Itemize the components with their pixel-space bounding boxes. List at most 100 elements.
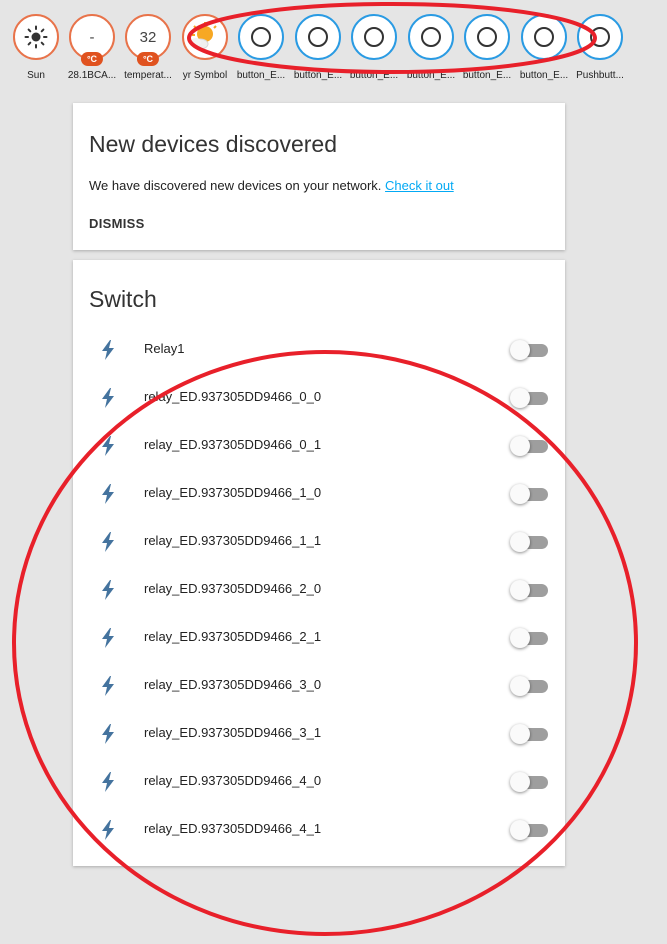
discovery-text: We have discovered new devices on your n… [89,178,454,193]
flash-icon [100,820,116,840]
switch-row: relay_ED.937305DD9466_3_0 [73,662,565,710]
toggle-knob [510,820,530,840]
badge-value: - [89,28,95,46]
switch-card: Switch Relay1 relay_ED.937305DD9466_0_0 re… [73,260,565,866]
switch-toggle[interactable] [510,820,550,840]
flash-icon [100,340,116,360]
badge-label: button_E... [519,70,569,81]
badge-label: Sun [27,70,45,81]
badge-label: yr Symbol [182,70,228,81]
dismiss-button[interactable]: DISMISS [89,216,145,231]
circle-outline-icon [251,27,271,47]
switch-row: relay_ED.937305DD9466_0_1 [73,422,565,470]
switch-row: relay_ED.937305DD9466_1_0 [73,470,565,518]
flash-icon [100,772,116,792]
toggle-knob [510,484,530,504]
flash-icon [100,628,116,648]
badge-circle [464,14,510,60]
switch-row: relay_ED.937305DD9466_4_1 [73,806,565,854]
badge-bar: Sun - °C 28.1BCA... 32 °C temperat... yr… [0,0,667,90]
switch-row: relay_ED.937305DD9466_4_0 [73,758,565,806]
flash-icon [100,484,116,504]
toggle-knob [510,340,530,360]
switch-row: relay_ED.937305DD9466_0_0 [73,374,565,422]
switch-toggle[interactable] [510,532,550,552]
badge-circle [13,14,59,60]
switch-row: relay_ED.937305DD9466_2_1 [73,614,565,662]
switch-name[interactable]: relay_ED.937305DD9466_0_0 [144,389,321,404]
discovery-title: New devices discovered [89,131,338,157]
toggle-knob [510,580,530,600]
badge-circle [182,14,228,60]
switch-toggle[interactable] [510,628,550,648]
flash-icon [100,676,116,696]
toggle-knob [510,628,530,648]
badge-circle [295,14,341,60]
switch-toggle[interactable] [510,772,550,792]
flash-icon [100,388,116,408]
badge-circle: 32 °C [125,14,171,66]
toggle-knob [510,388,530,408]
switch-toggle[interactable] [510,484,550,504]
switch-name[interactable]: relay_ED.937305DD9466_2_1 [144,629,321,644]
badge-label: 28.1BCA... [67,70,117,81]
badge-label: button_E... [406,70,456,81]
badge-value: 32 [139,28,157,46]
sun-icon [24,25,48,49]
badge-label: button_E... [462,70,512,81]
badge-circle [521,14,567,60]
partly-sunny-icon [191,22,217,50]
badge-label: Pushbutt... [576,70,624,81]
switch-name[interactable]: relay_ED.937305DD9466_1_1 [144,533,321,548]
badge-button-6[interactable]: button_E... [516,14,572,81]
switch-row: Relay1 [73,326,565,374]
switch-name[interactable]: relay_ED.937305DD9466_0_1 [144,437,321,452]
discovery-card: New devices discovered We have discovere… [73,103,565,250]
badge-unit: °C [136,52,160,66]
switch-name[interactable]: relay_ED.937305DD9466_4_0 [144,773,321,788]
circle-outline-icon [421,27,441,47]
switch-name[interactable]: relay_ED.937305DD9466_1_0 [144,485,321,500]
toggle-knob [510,532,530,552]
flash-icon [100,436,116,456]
badge-temperature[interactable]: 32 °C temperat... [120,14,176,81]
badge-button-2[interactable]: button_E... [290,14,346,81]
switch-toggle[interactable] [510,340,550,360]
badge-temperature-sensor[interactable]: - °C 28.1BCA... [64,14,120,81]
toggle-knob [510,724,530,744]
flash-icon [100,724,116,744]
switch-toggle[interactable] [510,388,550,408]
switch-name[interactable]: relay_ED.937305DD9466_3_1 [144,725,321,740]
badge-pushbutton[interactable]: Pushbutt... [572,14,628,81]
switch-toggle[interactable] [510,436,550,456]
switch-toggle[interactable] [510,676,550,696]
switch-name[interactable]: relay_ED.937305DD9466_3_0 [144,677,321,692]
switch-row: relay_ED.937305DD9466_3_1 [73,710,565,758]
badge-circle: - °C [69,14,115,66]
badge-circle [408,14,454,60]
circle-outline-icon [590,27,610,47]
switch-toggle[interactable] [510,580,550,600]
switch-row: relay_ED.937305DD9466_1_1 [73,518,565,566]
check-it-out-link[interactable]: Check it out [385,178,454,193]
badge-button-3[interactable]: button_E... [346,14,402,81]
badge-button-1[interactable]: button_E... [233,14,289,81]
flash-icon [100,532,116,552]
badge-sun[interactable]: Sun [8,14,64,81]
circle-outline-icon [477,27,497,47]
badge-label: button_E... [293,70,343,81]
switch-name[interactable]: Relay1 [144,341,184,356]
badge-button-5[interactable]: button_E... [459,14,515,81]
circle-outline-icon [364,27,384,47]
switch-row: relay_ED.937305DD9466_2_0 [73,566,565,614]
badge-button-4[interactable]: button_E... [403,14,459,81]
circle-outline-icon [308,27,328,47]
switch-toggle[interactable] [510,724,550,744]
switch-name[interactable]: relay_ED.937305DD9466_2_0 [144,581,321,596]
toggle-knob [510,772,530,792]
toggle-knob [510,676,530,696]
badge-yr-symbol[interactable]: yr Symbol [177,14,233,81]
switch-name[interactable]: relay_ED.937305DD9466_4_1 [144,821,321,836]
toggle-knob [510,436,530,456]
badge-label: temperat... [124,70,172,81]
